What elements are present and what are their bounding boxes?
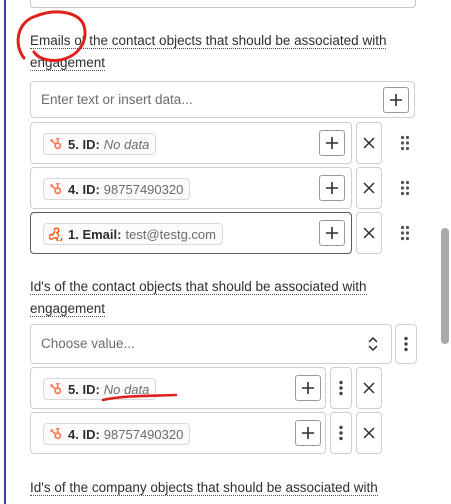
data-pill[interactable]: 1. Email: test@testg.com: [43, 223, 223, 245]
close-icon: [363, 427, 375, 439]
field-label-contact-ids: Id's of the contact objects that should …: [30, 276, 410, 320]
kebab-icon: [339, 425, 343, 441]
mapped-value-row[interactable]: 4. ID: 98757490320: [30, 167, 352, 209]
close-icon: [363, 182, 375, 194]
remove-row-button[interactable]: [356, 212, 382, 254]
plus-icon: [302, 427, 314, 439]
data-pill[interactable]: 4. ID: 98757490320: [43, 178, 191, 200]
pill-key: 5. ID:: [68, 381, 100, 397]
remove-row-button[interactable]: [356, 367, 382, 409]
hubspot-icon: [48, 136, 64, 152]
plus-icon: [326, 137, 338, 149]
insert-data-button[interactable]: [295, 375, 321, 401]
mapped-value-row[interactable]: 1. Email: test@testg.com: [30, 212, 352, 254]
insert-data-button[interactable]: [295, 420, 321, 446]
remove-row-button[interactable]: [356, 167, 382, 209]
previous-textarea[interactable]: [30, 0, 416, 8]
pill-value: 98757490320: [103, 181, 184, 197]
kebab-icon: [339, 380, 343, 396]
drag-handle-icon[interactable]: [398, 223, 412, 243]
scrollbar-thumb[interactable]: [441, 228, 449, 344]
insert-data-button[interactable]: [319, 130, 345, 156]
select-placeholder: Choose value...: [41, 336, 135, 351]
more-options-button[interactable]: [395, 324, 417, 364]
pill-value: No data: [103, 381, 150, 397]
drag-handle-icon[interactable]: [398, 133, 412, 153]
hubspot-icon: [48, 426, 64, 442]
mapped-value-row[interactable]: 4. ID: 98757490320: [30, 412, 326, 454]
close-icon: [363, 382, 375, 394]
insert-data-button[interactable]: [383, 87, 409, 113]
pill-key: 1. Email:: [68, 226, 122, 242]
remove-row-button[interactable]: [356, 412, 382, 454]
contact-emails-input[interactable]: Enter text or insert data...: [30, 81, 415, 118]
field-label-text: Id's of the company objects that should …: [30, 480, 378, 496]
chevron-updown-icon: [368, 337, 378, 351]
panel-left-border: [4, 0, 6, 504]
more-options-button[interactable]: [330, 412, 352, 454]
drag-handle-icon[interactable]: [398, 178, 412, 198]
pill-value: No data: [103, 136, 150, 152]
data-pill[interactable]: 4. ID: 98757490320: [43, 423, 191, 445]
insert-data-button[interactable]: [319, 220, 345, 246]
pill-key: 4. ID:: [68, 181, 100, 197]
input-placeholder: Enter text or insert data...: [41, 92, 193, 107]
hubspot-icon: [48, 181, 64, 197]
insert-data-button[interactable]: [319, 175, 345, 201]
field-label-text: Id's of the contact objects that should …: [30, 279, 367, 317]
hubspot-icon: [48, 381, 64, 397]
plus-icon: [390, 94, 402, 106]
choose-value-select[interactable]: Choose value...: [30, 324, 392, 364]
data-pill[interactable]: 5. ID: No data: [43, 133, 157, 155]
field-label-text: Emails of the contact objects that shoul…: [30, 33, 387, 71]
plus-icon: [326, 182, 338, 194]
field-label-contact-emails: Emails of the contact objects that shoul…: [30, 30, 410, 74]
field-label-company-ids: Id's of the company objects that should …: [30, 477, 410, 499]
mapped-value-row[interactable]: 5. ID: No data: [30, 367, 326, 409]
close-icon: [363, 137, 375, 149]
plus-icon: [302, 382, 314, 394]
plus-icon: [326, 227, 338, 239]
pill-key: 5. ID:: [68, 136, 100, 152]
webhook-icon: [48, 226, 64, 242]
data-pill[interactable]: 5. ID: No data: [43, 378, 157, 400]
pill-value: test@testg.com: [125, 226, 216, 242]
close-icon: [363, 227, 375, 239]
remove-row-button[interactable]: [356, 122, 382, 164]
kebab-icon: [404, 336, 408, 352]
pill-value: 98757490320: [103, 426, 184, 442]
mapped-value-row[interactable]: 5. ID: No data: [30, 122, 352, 164]
more-options-button[interactable]: [330, 367, 352, 409]
pill-key: 4. ID:: [68, 426, 100, 442]
